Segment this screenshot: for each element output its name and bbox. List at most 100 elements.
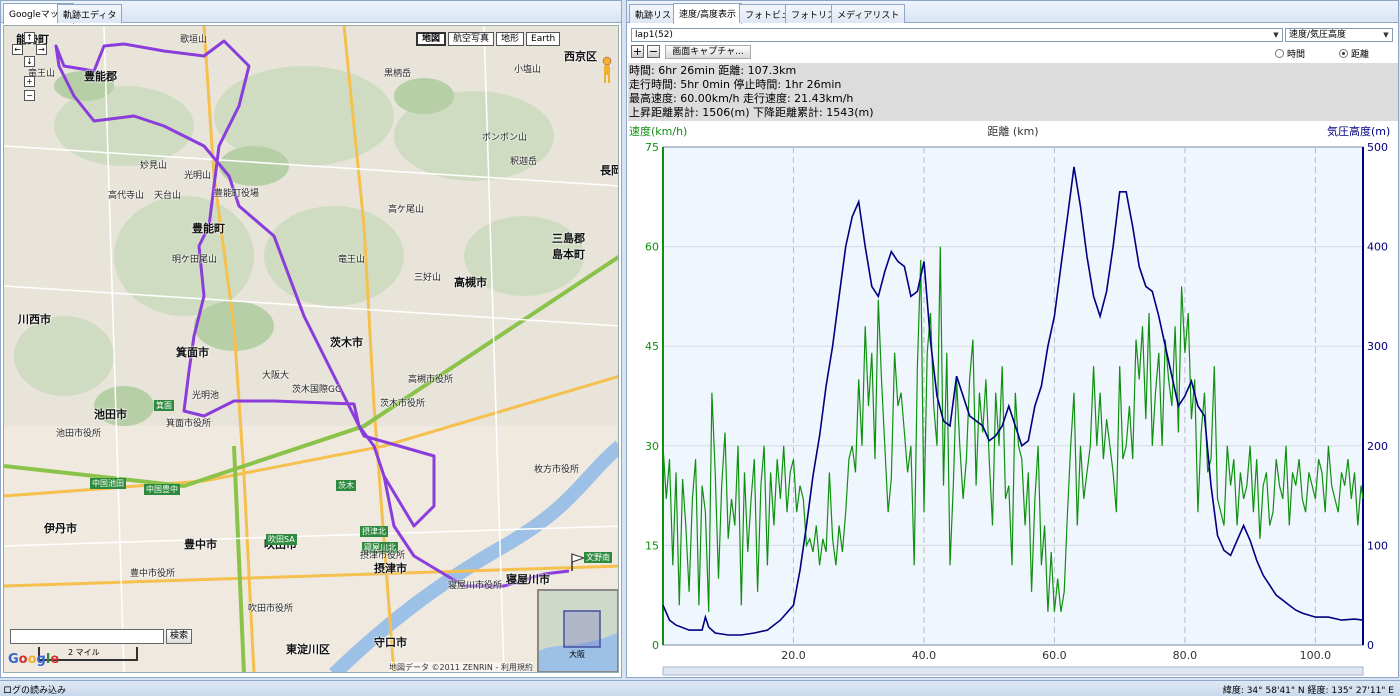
map-label: 豊中市役所 [130, 569, 176, 579]
map-label: 文野南 [584, 552, 612, 563]
map-label: 伊丹市 [44, 522, 77, 535]
chart-canvas: 20.0 40.0 60.0 80.0 100.0 0 15 30 45 60 75 0 100 200 3… [629, 124, 1390, 676]
mode-select-value: 速度/気圧高度 [1289, 30, 1347, 40]
map-label: 三好山 [414, 273, 442, 283]
y-left-axis-label: 速度(km/h) [629, 124, 687, 138]
pan-up-button[interactable]: ↑ [24, 32, 35, 43]
stats-line-elevation: 上昇距離累計: 1506(m) 下降距離累計: 1543(m) [629, 106, 874, 119]
y-left-tick-label: 75 [645, 141, 659, 154]
radio-time-label: 時間 [1287, 50, 1306, 60]
x-tick-label: 80.0 [1173, 649, 1198, 662]
map-label: 摂津市 [374, 562, 407, 575]
app-window: Googleマップ 軌跡エディタ 豊能郡 豊能町 川西市 箕面市 池田市 茨木市… [0, 0, 1400, 696]
chevron-down-icon: ▼ [1273, 31, 1279, 39]
x-tick-label: 100.0 [1300, 649, 1332, 662]
map-label: 光明池 [192, 391, 220, 401]
map-label: 吹田SA [266, 534, 297, 545]
map-type-satellite[interactable]: 航空写真 [448, 32, 495, 46]
lap-select-value: lap1(52) [635, 30, 673, 40]
plot-area [662, 146, 1364, 646]
stats-line-speed: 最高速度: 60.00km/h 走行速度: 21.43km/h [629, 92, 854, 105]
map-type-earth[interactable]: Earth [526, 32, 561, 46]
map-label: 大阪大 [262, 371, 290, 381]
map-label: 寝屋川市役所 [448, 581, 503, 591]
map-label: 西京区 [564, 50, 597, 63]
map-search-button[interactable]: 検索 [166, 629, 192, 644]
chart-scrollbar[interactable] [662, 666, 1364, 676]
pan-right-button[interactable]: → [36, 44, 47, 55]
map-label: 箕面 [154, 400, 174, 411]
pan-down-button[interactable]: ↓ [24, 56, 35, 67]
radio-time-dot [1275, 49, 1284, 58]
stats-line-time: 時間: 6hr 26min 距離: 107.3km [629, 64, 797, 77]
map-type-map[interactable]: 地図 [416, 32, 447, 46]
tab-media-list[interactable]: メディアリスト [831, 4, 906, 23]
map-label: 茨木市 [330, 336, 363, 349]
map-label: 三島郡 [552, 232, 585, 245]
map-label: 箕面市 [176, 346, 209, 359]
map-label: 茨木 [336, 480, 356, 491]
map-label: 中国豊中 [144, 484, 180, 495]
stats-line-moving: 走行時間: 5hr 0min 停止時間: 1hr 26min [629, 78, 842, 91]
map-attribution[interactable]: 地図データ ©2011 ZENRIN - 利用規約 [389, 662, 533, 672]
map-label: 高槻市 [454, 276, 487, 289]
map-label: 中国池田 [90, 478, 126, 489]
map-label: 竜王山 [338, 255, 366, 265]
map-label: 豊中市 [184, 538, 217, 551]
graph-pane: 軌跡リスト 速度/高度表示 フォトビュー フォトリスト メディアリスト lap1… [626, 0, 1399, 678]
lap-select[interactable]: lap1(52) ▼ [631, 28, 1283, 42]
tab-track-editor[interactable]: 軌跡エディタ [57, 4, 123, 23]
screen-capture-button[interactable]: 画面キャプチャ... [665, 45, 751, 59]
tab-speed-altitude[interactable]: 速度/高度表示 [673, 3, 743, 24]
graph-zoom-out-button[interactable]: − [647, 45, 660, 58]
map-label: 妙見山 [140, 161, 168, 171]
y-left-tick-label: 45 [645, 340, 659, 353]
map-label: 守口市 [374, 636, 407, 649]
radio-distance-label: 距離 [1351, 50, 1370, 60]
x-tick-label: 40.0 [912, 649, 937, 662]
map-label: 歌垣山 [180, 35, 208, 45]
radio-distance-dot [1339, 49, 1348, 58]
map-type-terrain[interactable]: 地形 [496, 32, 525, 46]
chevron-down-icon: ▼ [1383, 31, 1389, 39]
map-label: 枚方市役所 [534, 465, 580, 475]
map-label: 島本町 [552, 248, 585, 261]
x-tick-label: 60.0 [1042, 649, 1067, 662]
y-left-tick-label: 15 [645, 539, 659, 552]
minimap-label: 大阪 [569, 650, 585, 659]
map-label: 長岡 [600, 164, 618, 177]
graph-zoom-in-button[interactable]: + [631, 45, 644, 58]
pan-left-button[interactable]: ← [12, 44, 23, 55]
map-label: 寝屋川市 [506, 573, 550, 586]
map-search-input[interactable] [10, 629, 164, 644]
right-tabbar: 軌跡リスト 速度/高度表示 フォトビュー フォトリスト メディアリスト [627, 1, 1398, 24]
zoom-in-button[interactable]: + [24, 76, 35, 87]
map-label: 小塩山 [514, 65, 542, 75]
map-label: 箕面市役所 [166, 419, 212, 429]
x-tick-label: 20.0 [781, 649, 806, 662]
mode-select[interactable]: 速度/気圧高度 ▼ [1285, 28, 1393, 42]
y-left-tick-label: 0 [652, 639, 659, 652]
overview-minimap[interactable]: 大阪 [537, 589, 618, 672]
map-pane: Googleマップ 軌跡エディタ 豊能郡 豊能町 川西市 箕面市 池田市 茨木市… [0, 0, 622, 678]
google-map[interactable]: 能勢町豊能郡豊能町川西市箕面市池田市茨木市高槻市三島郡島本町西京区長岡伊丹市豊中… [3, 25, 619, 673]
map-label: 茨木市役所 [380, 399, 426, 409]
map-label: 池田市役所 [56, 429, 102, 439]
map-label: 高代寺山 [108, 191, 145, 201]
map-label: 豊能町役場 [214, 189, 260, 199]
speed-altitude-chart[interactable]: 20.0 40.0 60.0 80.0 100.0 0 15 30 45 60 75 0 100 200 3… [627, 121, 1398, 677]
y-right-tick-label: 100 [1367, 539, 1388, 552]
graph-toolbar: lap1(52) ▼ 速度/気圧高度 ▼ + − 画面キャプチャ... 時間 距… [629, 25, 1395, 65]
y-right-axis-label: 気圧高度(m) [1327, 124, 1390, 138]
map-label: 豊能郡 [84, 70, 117, 83]
map-label: 池田市 [94, 408, 127, 421]
radio-distance[interactable]: 距離 [1339, 47, 1369, 60]
radio-time[interactable]: 時間 [1275, 47, 1305, 60]
y-left-tick-label: 60 [645, 241, 659, 254]
status-bar: ログの読み込み 緯度: 34° 58'41" N 経度: 135° 27'11"… [0, 680, 1400, 696]
zoom-out-button[interactable]: − [24, 90, 35, 101]
pegman-icon[interactable] [600, 56, 614, 86]
map-label: ポンポン山 [482, 133, 528, 143]
map-label: 川西市 [18, 313, 51, 326]
map-label: 東淀川区 [286, 643, 330, 656]
